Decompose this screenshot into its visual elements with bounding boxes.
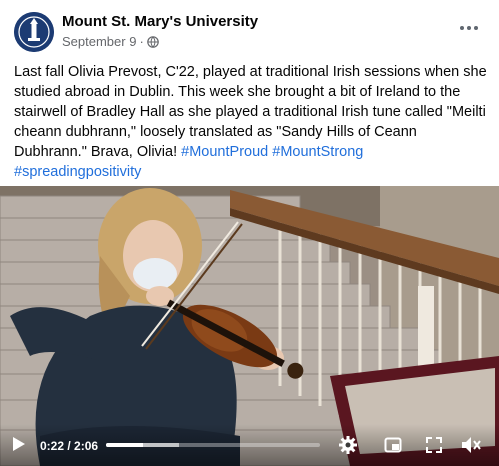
post-date-link[interactable]: September 9 xyxy=(62,34,136,49)
play-icon[interactable] xyxy=(12,436,26,452)
video-time: 0:22 / 2:06 xyxy=(40,439,98,453)
page-name-link[interactable]: Mount St. Mary's University xyxy=(62,13,258,30)
settings-gear-icon[interactable] xyxy=(338,435,358,455)
hashtag-link[interactable]: #MountStrong xyxy=(272,144,363,160)
duration: 2:06 xyxy=(74,439,99,453)
post-header: Mount St. Mary's University September 9 … xyxy=(0,0,499,60)
more-dot xyxy=(467,26,471,30)
time-separator: / xyxy=(64,439,75,453)
hashtag-link[interactable]: #spreadingpositivity xyxy=(14,164,141,180)
played-bar xyxy=(106,443,144,447)
page-avatar[interactable] xyxy=(14,12,54,52)
pip-icon[interactable] xyxy=(384,436,402,454)
post-meta: September 9 · xyxy=(62,34,159,49)
video-controls: 0:22 / 2:06 xyxy=(0,424,499,466)
more-options-button[interactable] xyxy=(455,18,483,38)
more-options-icon xyxy=(460,26,464,30)
post-body: Last fall Olivia Prevost, C'22, played a… xyxy=(14,62,488,182)
hashtag-link[interactable]: #MountProud xyxy=(181,144,268,160)
globe-icon[interactable] xyxy=(146,35,159,48)
meta-separator: · xyxy=(139,34,144,49)
video-progress-bar[interactable] xyxy=(106,443,320,447)
more-dot xyxy=(474,26,478,30)
current-time: 0:22 xyxy=(40,439,65,453)
video-player[interactable]: 0:22 / 2:06 xyxy=(0,186,499,466)
university-seal-icon xyxy=(14,12,54,52)
fullscreen-icon[interactable] xyxy=(425,436,443,454)
volume-muted-icon[interactable] xyxy=(460,435,482,455)
